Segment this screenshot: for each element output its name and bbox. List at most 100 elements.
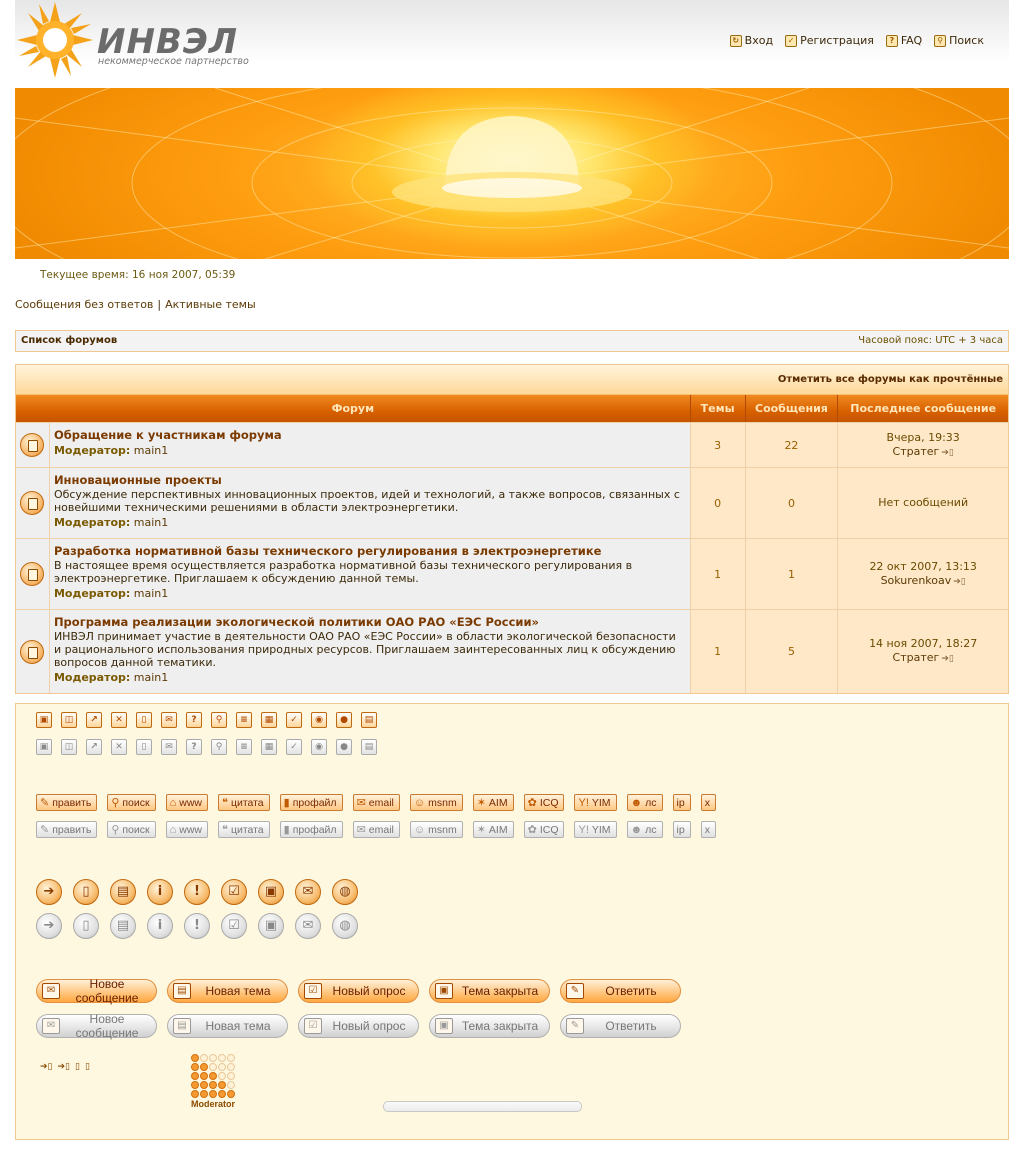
breadcrumb: Список форумов Часовой пояс: UTC + 3 час… <box>15 330 1009 352</box>
quote-button: ❝ цитата <box>218 821 270 838</box>
latest-post-icon[interactable]: ➔▯ <box>40 1062 53 1072</box>
arrow-icon[interactable]: ➔ <box>36 879 62 905</box>
forum-index-link[interactable]: Список форумов <box>21 335 117 346</box>
posts-count: 5 <box>745 610 839 693</box>
topics-count: 0 <box>690 468 746 538</box>
reply-icon: ✎ <box>566 983 584 999</box>
unanswered-posts-link[interactable]: Сообщения без ответов <box>15 298 153 311</box>
msn-button[interactable]: ☺ msnm <box>409 794 463 811</box>
pages-icon[interactable]: ▤ <box>110 879 136 905</box>
edit-button[interactable]: ✎ править <box>36 794 98 811</box>
moderator-link[interactable]: main1 <box>134 671 168 684</box>
search-button[interactable]: ⚲ поиск <box>107 794 156 811</box>
aim-button[interactable]: ✶ AIM <box>472 794 514 811</box>
pm-button: ☻ лс <box>626 821 663 838</box>
email-icon: ✉ <box>356 797 366 809</box>
view-latest-post-icon[interactable]: ➔▯ <box>941 652 954 666</box>
www-button[interactable]: ⌂ www <box>165 794 209 811</box>
forum-title-link[interactable]: Обращение к участникам форума <box>54 428 282 442</box>
unlock-icon[interactable]: ◫ <box>61 712 77 728</box>
globe-icon[interactable]: ◍ <box>332 879 358 905</box>
post-icon[interactable]: ▯ <box>75 1062 80 1072</box>
register-link[interactable]: ✓ Регистрация <box>785 34 874 47</box>
alert-icon[interactable]: ! <box>184 879 210 905</box>
forum-title-link[interactable]: Инновационные проекты <box>54 473 222 487</box>
pm-button[interactable]: ☻ лс <box>626 794 663 811</box>
quote-icon: ❝ <box>222 824 228 836</box>
check-icon[interactable]: ☑ <box>221 879 247 905</box>
list-icon[interactable]: ≡ <box>236 712 252 728</box>
unlock-icon: ◫ <box>61 739 77 755</box>
search-icon[interactable]: ⚲ <box>211 712 227 728</box>
info-icon[interactable]: i <box>147 879 173 905</box>
aim-button: ✶ AIM <box>472 821 514 838</box>
mail-icon[interactable]: ✉ <box>295 879 321 905</box>
topic-icon: ▤ <box>173 983 191 999</box>
last-post-user-link[interactable]: Стратег <box>893 651 940 664</box>
progress-bar <box>383 1101 582 1112</box>
lock-icon[interactable]: ▣ <box>36 712 52 728</box>
edit-icon: ✎ <box>40 797 50 809</box>
forum-description: ИНВЭЛ принимает участие в деятельности О… <box>53 630 676 669</box>
logo[interactable]: ИНВЭЛ некоммерческое партнерство <box>15 0 255 80</box>
move-icon[interactable]: ↗ <box>86 712 102 728</box>
search-button: ⚲ поиск <box>107 821 156 838</box>
quote-button[interactable]: ❝ цитата <box>218 794 270 811</box>
page-icon[interactable]: ▯ <box>73 879 99 905</box>
help-icon[interactable]: ? <box>186 712 202 728</box>
topic-locked-button[interactable]: ▣ Тема закрыта <box>429 979 550 1003</box>
post-read-icon[interactable]: ▯ <box>85 1062 90 1072</box>
forum-description: В настоящее время осуществляется разрабо… <box>53 559 633 585</box>
icq-button[interactable]: ✿ ICQ <box>523 794 565 811</box>
view-latest-post-icon[interactable]: ➔▯ <box>953 575 966 589</box>
table-header: Форум Темы Сообщения Последнее сообщение <box>16 395 1008 422</box>
calc-icon[interactable]: ▦ <box>261 712 277 728</box>
moderator-link[interactable]: main1 <box>134 444 168 457</box>
user-icon[interactable]: ● <box>336 712 352 728</box>
moderator-link[interactable]: main1 <box>134 516 168 529</box>
page-icon: ▯ <box>73 913 99 939</box>
search-icon: ⚲ <box>111 824 120 836</box>
post-status-icons: ➔▯ ➔▯ ▯ ▯ <box>40 1062 90 1072</box>
pm-icon: ☻ <box>630 823 643 836</box>
page-icon: ▯ <box>136 739 152 755</box>
new-post-button[interactable]: ✉ Новое сообщение <box>36 977 157 1005</box>
delete-post-button[interactable]: x <box>700 794 716 811</box>
reply-button[interactable]: ✎ Ответить <box>560 979 681 1003</box>
last-post-user-link[interactable]: Стратег <box>893 445 940 458</box>
list-icon: ≡ <box>236 739 252 755</box>
yim-button[interactable]: Y! YIM <box>574 794 617 811</box>
moderator-link[interactable]: main1 <box>134 587 168 600</box>
mark-forums-read-link[interactable]: Отметить все форумы как прочтённые <box>778 374 1003 385</box>
action-buttons-row: ✉ Новое сообщение ▤ Новая тема ☑ Новый опро… <box>36 977 681 1005</box>
forum-title-link[interactable]: Программа реализации экологической полит… <box>54 615 539 629</box>
latest-post-read-icon[interactable]: ➔▯ <box>58 1062 71 1072</box>
new-poll-button[interactable]: ☑ Новый опрос <box>298 979 419 1003</box>
book-icon[interactable]: ▤ <box>361 712 377 728</box>
profile-button[interactable]: ▮ профайл <box>279 794 343 811</box>
lock-icon[interactable]: ▣ <box>258 879 284 905</box>
delete-icon[interactable]: ✕ <box>111 712 127 728</box>
column-topics: Темы <box>691 395 746 422</box>
profile-icon: ▮ <box>283 824 290 836</box>
login-link[interactable]: ↻ Вход <box>729 34 773 47</box>
view-latest-post-icon[interactable]: ➔▯ <box>941 446 954 460</box>
mark-read-bar: Отметить все форумы как прочтённые <box>16 365 1008 395</box>
check-icon[interactable]: ✓ <box>286 712 302 728</box>
search-link[interactable]: ⚲ Поиск <box>934 34 984 47</box>
new-post-button: ✉ Новое сообщение <box>36 1012 157 1040</box>
forum-title-link[interactable]: Разработка нормативной базы технического… <box>54 544 602 558</box>
poll-icon: ☑ <box>304 983 322 999</box>
ip-button[interactable]: ip <box>672 794 691 811</box>
active-topics-link[interactable]: Активные темы <box>165 298 256 311</box>
mail-icon[interactable]: ✉ <box>161 712 177 728</box>
circle-icons-row-disabled: ➔ ▯ ▤ i ! ☑ ▣ ✉ ◍ <box>36 913 358 939</box>
faq-link[interactable]: ? FAQ <box>885 34 922 47</box>
search-icon: ⚲ <box>211 739 227 755</box>
new-topic-button[interactable]: ▤ Новая тема <box>167 979 288 1003</box>
page-icon[interactable]: ▯ <box>136 712 152 728</box>
email-button[interactable]: ✉ email <box>352 794 400 811</box>
shield-icon[interactable]: ◉ <box>311 712 327 728</box>
last-post-user-link[interactable]: Sokurenkoav <box>881 574 952 587</box>
pm-icon: ☻ <box>630 796 643 809</box>
